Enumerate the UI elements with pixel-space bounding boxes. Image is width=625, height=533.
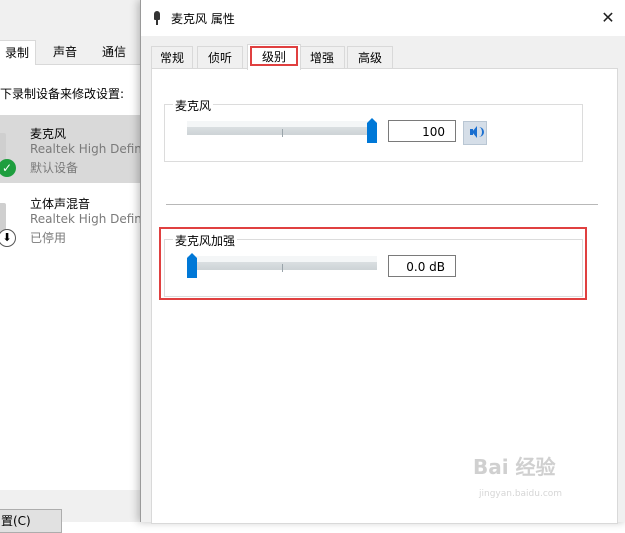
dialog-title: 麦克风 属性 xyxy=(171,12,235,26)
device-name: 立体声混音 xyxy=(30,197,91,211)
disabled-arrow-icon: ⬇ xyxy=(0,229,16,247)
microphone-slider[interactable] xyxy=(187,121,377,137)
device-driver: Realtek High Defin xyxy=(30,212,142,226)
microphone-slider-thumb[interactable] xyxy=(367,118,377,143)
microphone-level-value[interactable]: 100 xyxy=(388,120,456,142)
boost-highlight-box xyxy=(159,227,587,300)
microphone-icon xyxy=(153,11,161,25)
sound-tabs: 录制 声音 通信 xyxy=(0,40,150,66)
instruction-text: 下录制设备来修改设置: xyxy=(0,87,125,101)
microphone-level-group: 麦克风 100 xyxy=(164,97,583,162)
watermark-url: jingyan.baidu.com xyxy=(479,489,563,499)
baidu-watermark: Bai 经验 xyxy=(473,455,556,479)
device-item-stereo-mix[interactable]: 立体声混音 Realtek High Defin 已停用 ⬇ xyxy=(0,185,150,253)
tab-advanced[interactable]: 高级 xyxy=(347,46,393,69)
tab-listen[interactable]: 侦听 xyxy=(197,46,243,69)
device-status: 已停用 xyxy=(30,231,67,245)
configure-button[interactable]: 置(C) xyxy=(0,509,62,533)
checkmark-icon: ✓ xyxy=(0,159,16,177)
microphone-properties-dialog: 麦克风 属性 ✕ 常规 侦听 级别 增强 高级 麦克风 100 麦克风加强 0.… xyxy=(140,0,625,524)
title-bar: 麦克风 属性 ✕ xyxy=(141,0,625,36)
tab-general[interactable]: 常规 xyxy=(151,46,193,69)
device-name: 麦克风 xyxy=(30,127,67,141)
tab-levels[interactable]: 级别 xyxy=(247,44,301,70)
sound-dialog-background: 录制 声音 通信 下录制设备来修改设置: 麦克风 Realtek High De… xyxy=(0,0,150,533)
tab-highlight-box xyxy=(250,46,298,66)
properties-tabs: 常规 侦听 级别 增强 高级 xyxy=(141,44,625,70)
mute-toggle-button[interactable] xyxy=(463,121,487,145)
device-item-microphone[interactable]: 麦克风 Realtek High Defin 默认设备 ✓ xyxy=(0,115,150,183)
tab-enhancements[interactable]: 增强 xyxy=(299,46,345,69)
tab-communications[interactable]: 通信 xyxy=(96,40,132,64)
device-status: 默认设备 xyxy=(30,161,79,175)
tab-recording[interactable]: 录制 xyxy=(0,40,37,66)
device-driver: Realtek High Defin xyxy=(30,142,142,156)
microphone-level-label: 麦克风 xyxy=(173,97,214,114)
speaker-icon xyxy=(470,126,477,138)
close-button[interactable]: ✕ xyxy=(590,0,625,36)
separator xyxy=(166,204,598,205)
tab-playback[interactable]: 声音 xyxy=(47,40,83,64)
sound-wave-icon xyxy=(477,127,484,137)
recording-panel: 下录制设备来修改设置: 麦克风 Realtek High Defin 默认设备 … xyxy=(0,65,150,490)
